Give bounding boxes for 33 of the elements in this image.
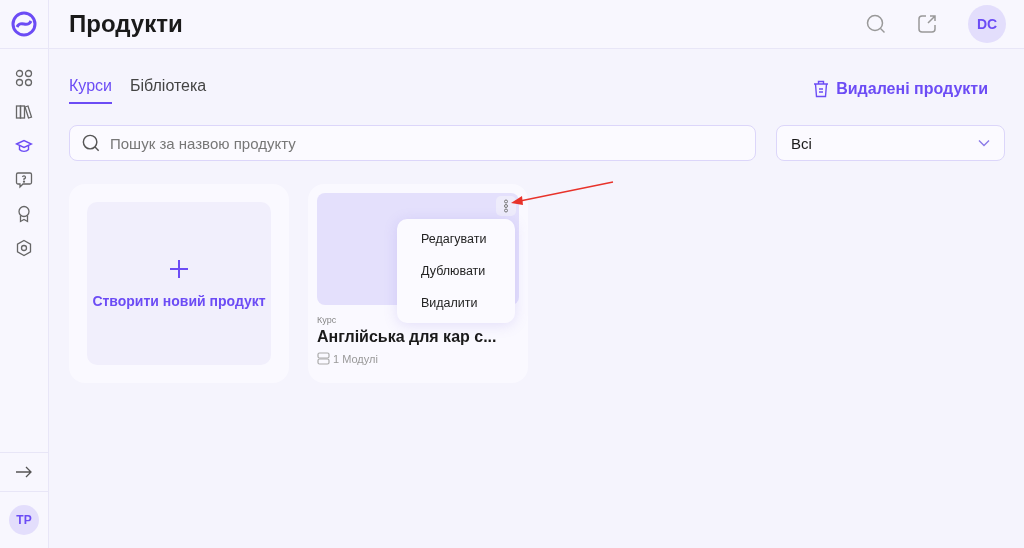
page-title: Продукти [69, 10, 183, 38]
books-icon [15, 103, 33, 121]
course-type: Курс [317, 315, 338, 325]
plus-icon [169, 258, 189, 279]
settings-icon [15, 239, 33, 257]
course-card[interactable]: Курс Англійська для кар с... 1 Модулі Редагувати Дублювати Видалити [308, 184, 528, 383]
tab[interactable]: Бібліотека [130, 73, 207, 104]
arrow-right-icon [15, 465, 33, 479]
external-link-icon[interactable] [917, 14, 937, 34]
more-button[interactable] [496, 196, 516, 216]
chevron-down-icon [978, 139, 990, 147]
logo-icon [11, 11, 37, 37]
trash-icon [813, 79, 830, 98]
award-icon [15, 205, 33, 223]
more-icon [503, 199, 509, 213]
create-product-button[interactable]: Створити новий продукт [87, 202, 271, 365]
search-field[interactable]: Пошук за назвою продукту [69, 125, 756, 161]
filter-dropdown[interactable]: Всі [776, 125, 1005, 161]
menu-item[interactable]: Дублювати [397, 255, 515, 287]
course-title: Англійська для кар с... [317, 328, 498, 346]
user-avatar[interactable]: DC [968, 5, 1006, 43]
graduation-cap-icon [15, 137, 33, 155]
module-count: 1 Модулі [333, 352, 378, 365]
menu-item[interactable]: Редагувати [397, 223, 515, 255]
question-bubble-icon [15, 171, 33, 189]
search-icon[interactable] [866, 14, 886, 34]
grid-icon [15, 69, 33, 87]
search-icon [82, 134, 100, 152]
tab[interactable]: Курси [69, 73, 112, 104]
user-avatar[interactable]: TP [9, 505, 39, 535]
modules-icon [317, 352, 330, 365]
deleted-products-link[interactable]: Видалені продукти [813, 79, 988, 98]
menu-item[interactable]: Видалити [397, 287, 515, 319]
